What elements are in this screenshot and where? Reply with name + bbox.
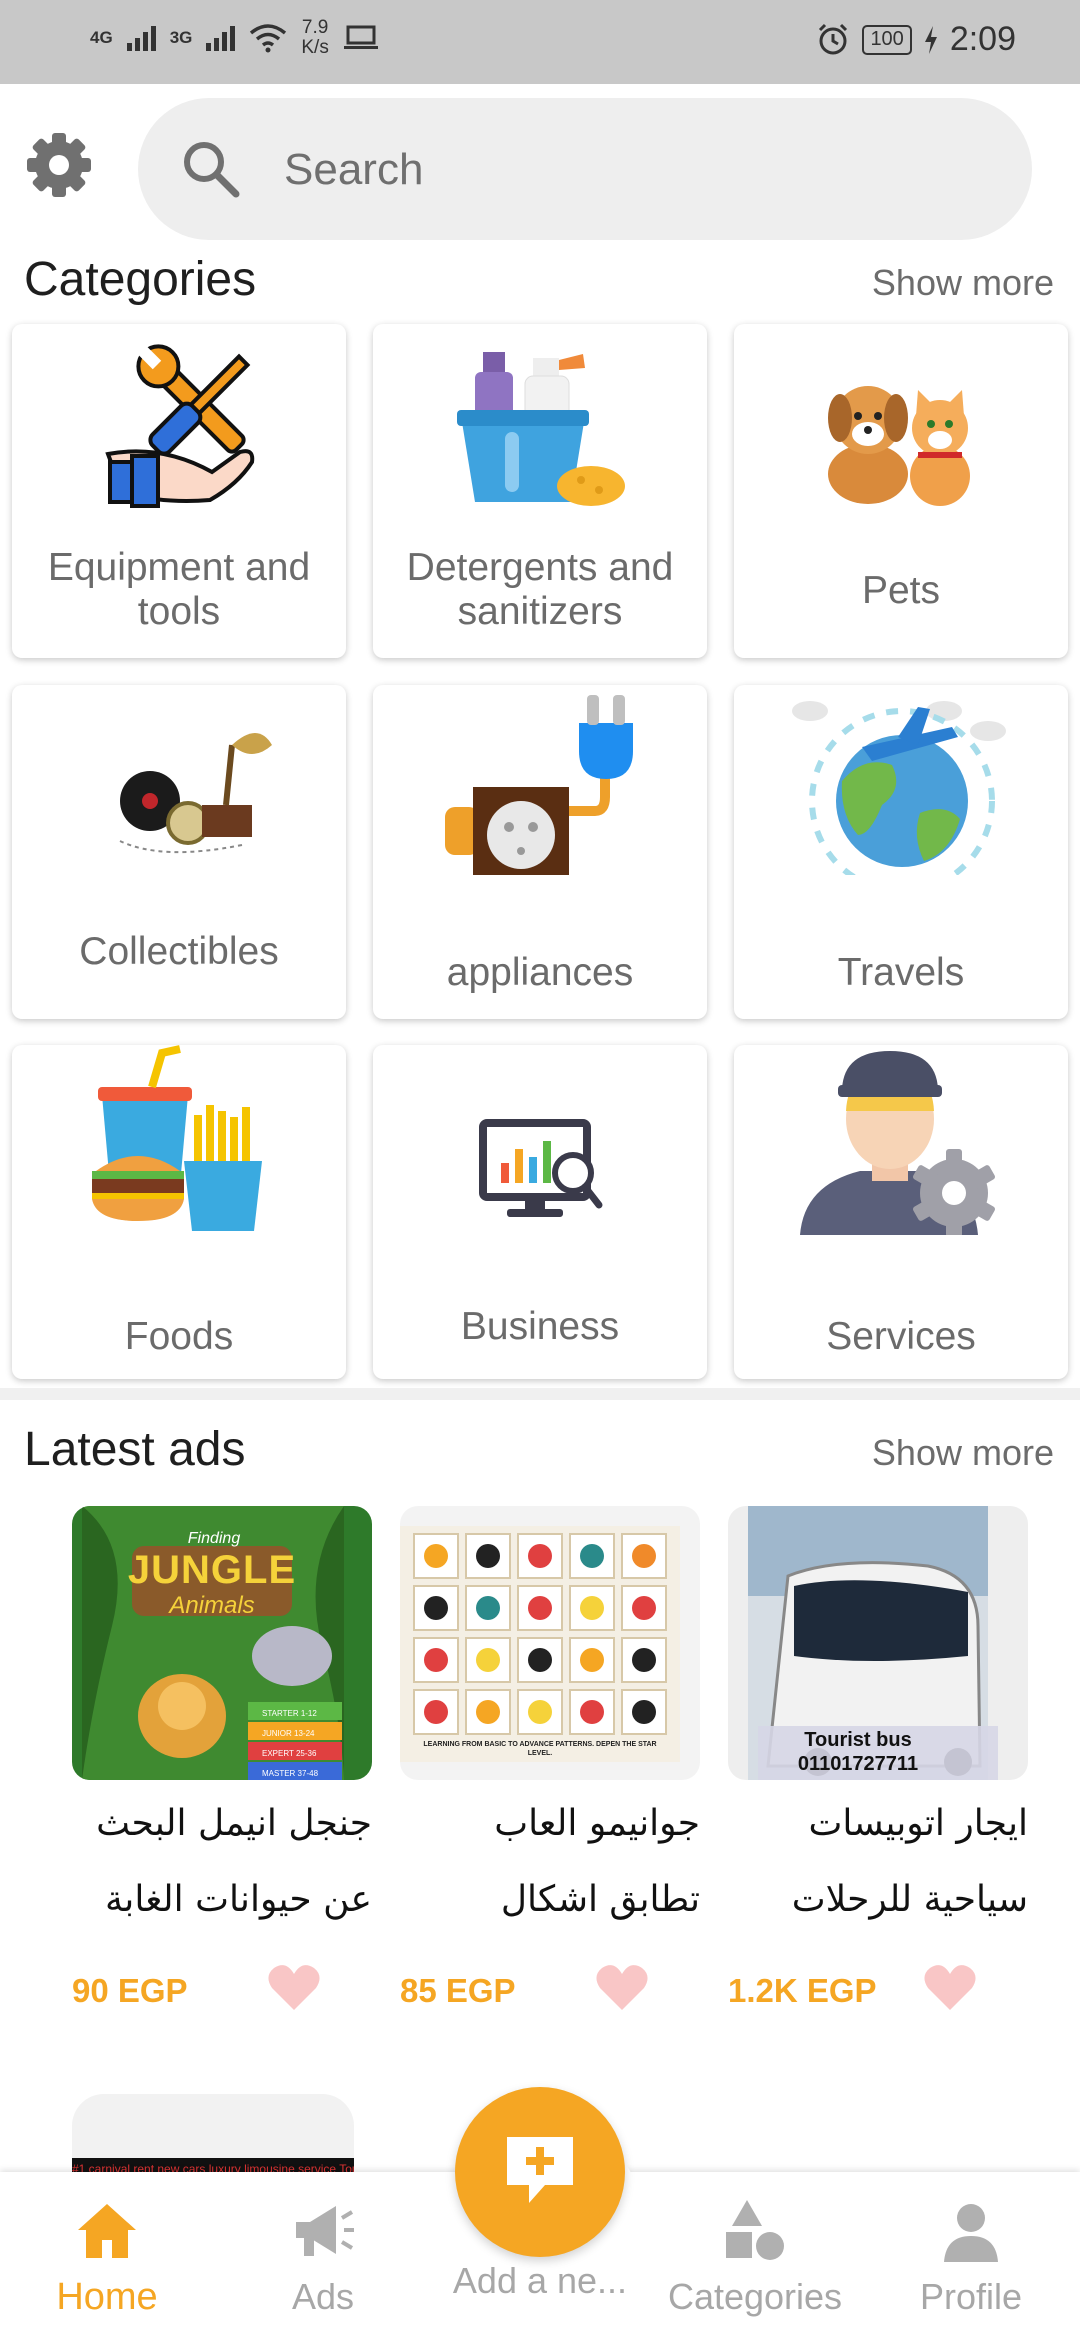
nav-label: Home (56, 2276, 158, 2318)
pets-icon (828, 386, 970, 506)
nav-label: Categories (667, 2276, 843, 2317)
level-label: JUNIOR 13-24 (262, 1729, 315, 1738)
level-label: EXPERT 25-36 (262, 1749, 317, 1758)
image-text-jungle: JUNGLE (127, 1548, 297, 1592)
ad-card[interactable]: Tourist bus 01101727711 ايجار اتوبيسات س… (728, 1506, 1038, 2026)
nav-ads[interactable]: Ads (223, 2196, 423, 2318)
plug-icon (445, 695, 633, 875)
nav-label: Add a ne... (452, 2260, 628, 2301)
battery-indicator: 100 (862, 24, 912, 55)
section-divider (0, 1388, 1080, 1400)
ad-image: LEARNING FROM BASIC TO ADVANCE PATTERNS.… (400, 1506, 700, 1780)
category-card-pets[interactable]: Pets (734, 324, 1068, 658)
laptop-icon (343, 25, 378, 49)
category-label: Travels (837, 951, 965, 994)
home-icon (78, 2204, 136, 2258)
ad-price: 90 EGP (72, 1972, 188, 2009)
image-caption: Tourist bus 01101727711 (758, 1728, 958, 1776)
network-type-label-2: 3G (169, 28, 193, 47)
ad-title: جوانيمو العاب تطابق اشكال (494, 1803, 700, 1920)
nav-label: Ads (291, 2276, 355, 2317)
nav-home[interactable]: Home (7, 2196, 207, 2319)
alarm-icon (819, 23, 848, 54)
profile-icon (944, 2204, 998, 2262)
search-input[interactable] (282, 134, 986, 206)
latest-ads-show-more[interactable]: Show more (872, 1432, 1054, 1474)
image-levels: STARTER 1-12 JUNIOR 13-24 EXPERT 25-36 M… (262, 1704, 318, 1780)
nav-profile[interactable]: Profile (871, 2196, 1071, 2318)
search-icon (184, 142, 240, 198)
tools-icon (105, 344, 255, 508)
megaphone-icon (296, 2206, 354, 2256)
category-label: appliances (446, 951, 634, 994)
heart-icon[interactable] (594, 1960, 650, 2016)
ad-price: 85 EGP (400, 1972, 516, 2009)
category-label: Collectibles (79, 930, 279, 973)
category-card-detergents[interactable]: Detergents and sanitizers (373, 324, 707, 658)
status-right: 100 2:09 (816, 20, 1016, 59)
heart-icon[interactable] (266, 1960, 322, 2016)
ad-card[interactable]: LEARNING FROM BASIC TO ADVANCE PATTERNS.… (400, 1506, 710, 2026)
category-label: Foods (124, 1315, 234, 1358)
service-worker-icon (800, 1051, 996, 1235)
collectibles-icon (119, 733, 272, 854)
category-label: Equipment and tools (47, 546, 311, 633)
speed-unit: K/s (301, 37, 329, 58)
wifi-icon (250, 24, 287, 53)
category-card-services[interactable]: Services (734, 1045, 1068, 1379)
category-card-appliances[interactable]: appliances (373, 685, 707, 1019)
nav-add[interactable]: Add a ne... (440, 2250, 640, 2302)
matching-game-image (400, 1526, 680, 1762)
speed-value: 7.9 (301, 17, 329, 38)
category-card-travels[interactable]: Travels (734, 685, 1068, 1019)
categories-title: Categories (24, 253, 257, 306)
level-label: STARTER 1-12 (262, 1709, 317, 1718)
analytics-monitor-icon (479, 1119, 603, 1217)
nav-label: Profile (919, 2276, 1023, 2317)
search-bar[interactable] (138, 98, 1032, 240)
image-text-finding: Finding (187, 1530, 241, 1547)
fast-food-icon (92, 1045, 262, 1231)
settings-button[interactable] (24, 130, 94, 200)
category-label: Detergents and sanitizers (406, 546, 674, 633)
ad-title: ايجار اتوبيسات سياحية للرحلات (791, 1803, 1028, 1920)
clock: 2:09 (949, 20, 1016, 58)
category-label: Business (460, 1305, 620, 1348)
cleaning-supplies-icon (457, 352, 625, 506)
category-card-foods[interactable]: Foods (12, 1045, 346, 1379)
gear-icon (27, 133, 91, 197)
signal-icon (126, 25, 156, 51)
status-left: 4G 3G 7.9 K/s (90, 18, 379, 58)
categories-show-more[interactable]: Show more (872, 262, 1054, 304)
heart-icon[interactable] (922, 1960, 978, 2016)
image-caption: LEARNING FROM BASIC TO ADVANCE PATTERNS.… (423, 1741, 657, 1757)
add-ad-icon (507, 2137, 573, 2203)
ad-price: 1.2K EGP (728, 1972, 877, 2009)
ad-card[interactable]: Finding JUNGLE Animals STARTER 1-12 JUNI… (72, 1506, 382, 2026)
category-label: Services (826, 1315, 976, 1358)
charging-icon (924, 25, 937, 54)
image-caption-line: 01101727711 (797, 1753, 919, 1775)
level-label: MASTER 37-48 (262, 1769, 319, 1778)
network-speed: 7.9 K/s (301, 18, 328, 58)
status-bar: 4G 3G 7.9 K/s 100 2:09 (0, 0, 1080, 84)
ad-image: Tourist bus 01101727711 (728, 1506, 1028, 1780)
latest-ads-title: Latest ads (24, 1423, 246, 1476)
category-card-collectibles[interactable]: Collectibles (12, 685, 346, 1019)
add-ad-fab[interactable] (455, 2087, 625, 2257)
category-card-equipment-and-tools[interactable]: Equipment and tools (12, 324, 346, 658)
image-caption-line: Tourist bus (804, 1729, 912, 1751)
network-type-label: 4G (90, 28, 113, 47)
globe-plane-icon (792, 701, 1006, 875)
nav-categories[interactable]: Categories (655, 2196, 855, 2318)
image-text-animals: Animals (169, 1592, 255, 1619)
ad-image: Finding JUNGLE Animals STARTER 1-12 JUNI… (72, 1506, 372, 1780)
signal-icon-2 (206, 25, 236, 51)
shapes-icon (726, 2200, 784, 2260)
ad-title: جنجل انيمل البحث عن حيوانات الغابة (96, 1803, 372, 1920)
category-card-business[interactable]: Business (373, 1045, 707, 1379)
category-label: Pets (861, 569, 941, 612)
